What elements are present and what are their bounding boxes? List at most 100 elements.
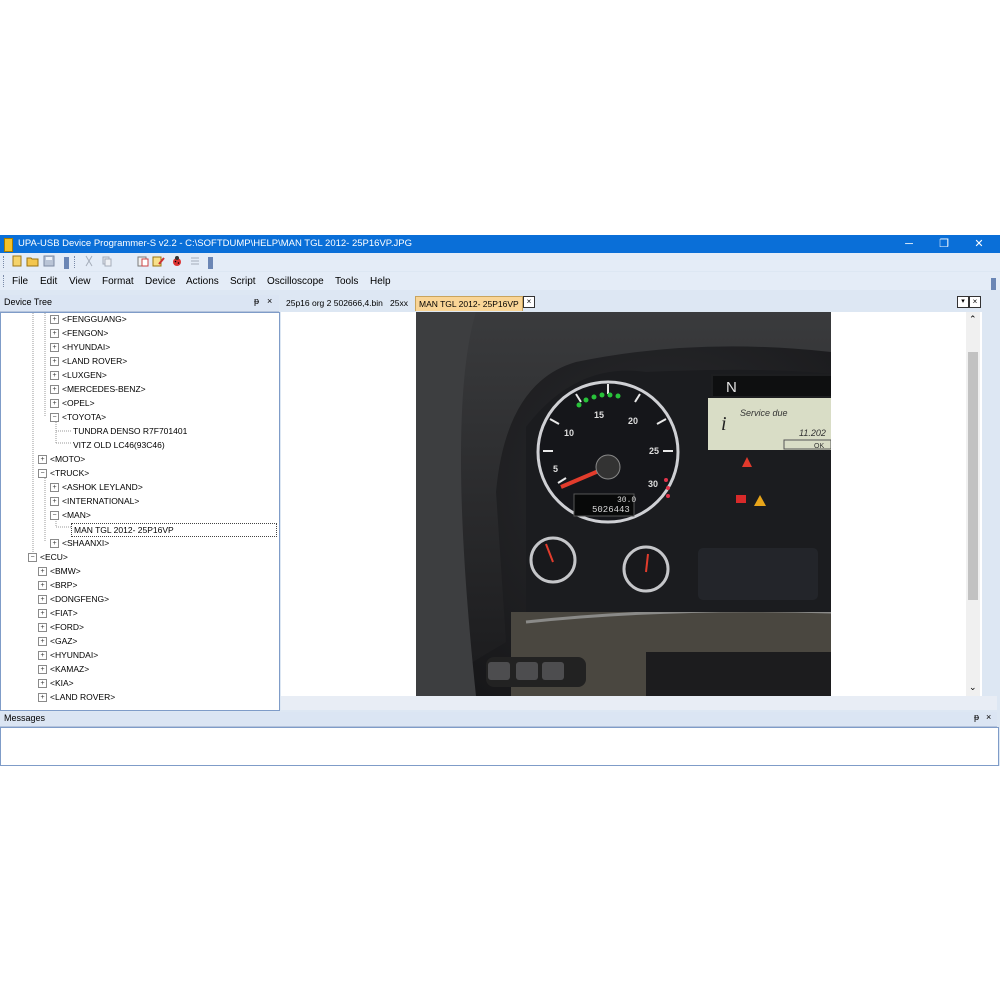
tree-node[interactable]: + <BMW> <box>38 565 81 577</box>
expand-icon[interactable]: + <box>38 595 47 605</box>
collapse-icon[interactable]: − <box>50 413 59 423</box>
menu-device[interactable]: Device <box>145 276 176 287</box>
minimize-button[interactable]: ─ <box>894 236 924 252</box>
expand-icon[interactable]: + <box>38 679 47 689</box>
tree-node[interactable]: + <KAMAZ> <box>38 663 89 675</box>
expand-icon[interactable]: + <box>38 455 47 465</box>
expand-icon[interactable]: + <box>50 315 59 325</box>
expand-icon[interactable]: + <box>38 609 47 619</box>
tree-leaf-selected[interactable]: MAN TGL 2012- 25P16VP <box>71 523 277 537</box>
tree-node[interactable]: + <DONGFENG> <box>38 593 109 605</box>
menu-tools[interactable]: Tools <box>335 276 358 287</box>
tree-node[interactable]: − <ECU> <box>28 551 68 563</box>
tree-node[interactable]: + <MOTO> <box>38 453 85 465</box>
menu-oscilloscope[interactable]: Oscilloscope <box>267 276 324 287</box>
tree-node[interactable]: + <MERCEDES-BENZ> <box>50 383 146 395</box>
tree-node[interactable]: + <LAND ROVER> <box>38 691 115 703</box>
tree-node-label: <TRUCK> <box>50 468 90 478</box>
tree-node[interactable]: + <SHAANXI> <box>50 537 109 549</box>
expand-icon[interactable]: + <box>50 385 59 395</box>
copy-icon[interactable] <box>100 255 113 268</box>
tree-node-label: <MAN> <box>62 510 91 520</box>
list-icon[interactable] <box>188 255 201 268</box>
expand-icon[interactable]: + <box>50 483 59 493</box>
toolbar-grip-2[interactable] <box>74 256 77 268</box>
menu-format[interactable]: Format <box>102 276 134 287</box>
tree-node[interactable]: + <BRP> <box>38 579 77 591</box>
scroll-thumb[interactable] <box>968 352 978 600</box>
tree-leaf[interactable]: TUNDRA DENSO R7F701401 <box>73 425 187 437</box>
tree-node[interactable]: − <TRUCK> <box>38 467 89 479</box>
tree-node[interactable]: + <GAZ> <box>38 635 77 647</box>
expand-icon[interactable]: + <box>38 581 47 591</box>
expand-icon[interactable]: + <box>38 637 47 647</box>
tree-node[interactable]: − <TOYOTA> <box>50 411 106 423</box>
expand-icon[interactable]: + <box>50 371 59 381</box>
expand-icon[interactable]: + <box>50 343 59 353</box>
tree-node[interactable]: + <FENGGUANG> <box>50 313 127 325</box>
tab-list-icon[interactable]: ▾ <box>957 296 969 308</box>
tree-node[interactable]: + <INTERNATIONAL> <box>50 495 139 507</box>
tree-node[interactable]: + <LAND ROVER> <box>50 355 127 367</box>
menu-script[interactable]: Script <box>230 276 256 287</box>
new-file-icon[interactable] <box>10 255 23 268</box>
messages-panel <box>0 727 999 766</box>
expand-icon[interactable]: + <box>50 357 59 367</box>
open-folder-icon[interactable] <box>26 255 39 268</box>
tree-node[interactable]: + <FORD> <box>38 621 84 633</box>
toolbar-overflow-icon[interactable] <box>64 257 69 269</box>
menu-file[interactable]: File <box>12 276 28 287</box>
tree-node[interactable]: + <FIAT> <box>38 607 78 619</box>
tab-close-icon[interactable]: × <box>523 296 535 308</box>
edit-document-icon[interactable] <box>152 255 165 268</box>
tree-node[interactable]: − <MAN> <box>50 509 91 521</box>
tree-node[interactable]: + <LUXGEN> <box>50 369 107 381</box>
expand-icon[interactable]: + <box>38 567 47 577</box>
expand-icon[interactable]: + <box>38 651 47 661</box>
save-icon[interactable] <box>42 255 55 268</box>
gauge-tick-20: 20 <box>628 416 638 426</box>
expand-icon[interactable]: + <box>38 693 47 703</box>
cut-icon[interactable] <box>82 255 95 268</box>
tree-node[interactable]: + <KIA> <box>38 677 74 689</box>
tree-leaf[interactable]: VITZ OLD LC46(93C46) <box>73 439 165 451</box>
close-panel-icon[interactable]: × <box>267 296 272 306</box>
tree-node[interactable]: + <FENGON> <box>50 327 108 339</box>
tree-node[interactable]: + <ASHOK LEYLAND> <box>50 481 143 493</box>
menu-grip[interactable] <box>3 275 6 287</box>
restore-button[interactable]: ❐ <box>929 236 959 252</box>
expand-icon[interactable]: + <box>50 399 59 409</box>
tab-25xx[interactable]: 25xx <box>387 296 411 310</box>
menu-overflow-icon[interactable] <box>991 278 996 290</box>
close-button[interactable]: ✕ <box>964 236 994 252</box>
document-close-icon[interactable]: × <box>969 296 981 308</box>
scroll-up-icon[interactable]: ⌃ <box>969 314 977 325</box>
expand-icon[interactable]: + <box>50 329 59 339</box>
menu-edit[interactable]: Edit <box>40 276 57 287</box>
expand-icon[interactable]: + <box>50 497 59 507</box>
collapse-icon[interactable]: − <box>28 553 37 563</box>
expand-icon[interactable]: + <box>38 665 47 675</box>
scroll-down-icon[interactable]: ⌄ <box>969 682 977 693</box>
tree-node[interactable]: + <HYUNDAI> <box>38 649 98 661</box>
toolbar-grip[interactable] <box>3 256 6 268</box>
messages-close-icon[interactable]: × <box>986 712 991 722</box>
toolbar-overflow-icon-2[interactable] <box>208 257 213 269</box>
title-bar[interactable]: UPA-USB Device Programmer-S v2.2 - C:\SO… <box>0 235 1000 253</box>
expand-icon[interactable]: + <box>38 623 47 633</box>
vertical-scrollbar[interactable]: ⌃ ⌄ <box>966 312 980 696</box>
tree-node[interactable]: + <OPEL> <box>50 397 95 409</box>
collapse-icon[interactable]: − <box>50 511 59 521</box>
menu-actions[interactable]: Actions <box>186 276 219 287</box>
tree-node[interactable]: + <HYUNDAI> <box>50 341 110 353</box>
paste-icon[interactable] <box>136 255 149 268</box>
messages-pin-icon[interactable]: ᵽ <box>974 712 979 722</box>
menu-help[interactable]: Help <box>370 276 391 287</box>
tab-man-tgl[interactable]: MAN TGL 2012- 25P16VP <box>415 296 523 311</box>
menu-view[interactable]: View <box>69 276 91 287</box>
bug-icon[interactable] <box>170 255 183 268</box>
tab-bin-file[interactable]: 25p16 org 2 502666,4.bin <box>283 296 386 310</box>
pin-icon[interactable]: ᵽ <box>254 296 259 306</box>
expand-icon[interactable]: + <box>50 539 59 549</box>
collapse-icon[interactable]: − <box>38 469 47 479</box>
